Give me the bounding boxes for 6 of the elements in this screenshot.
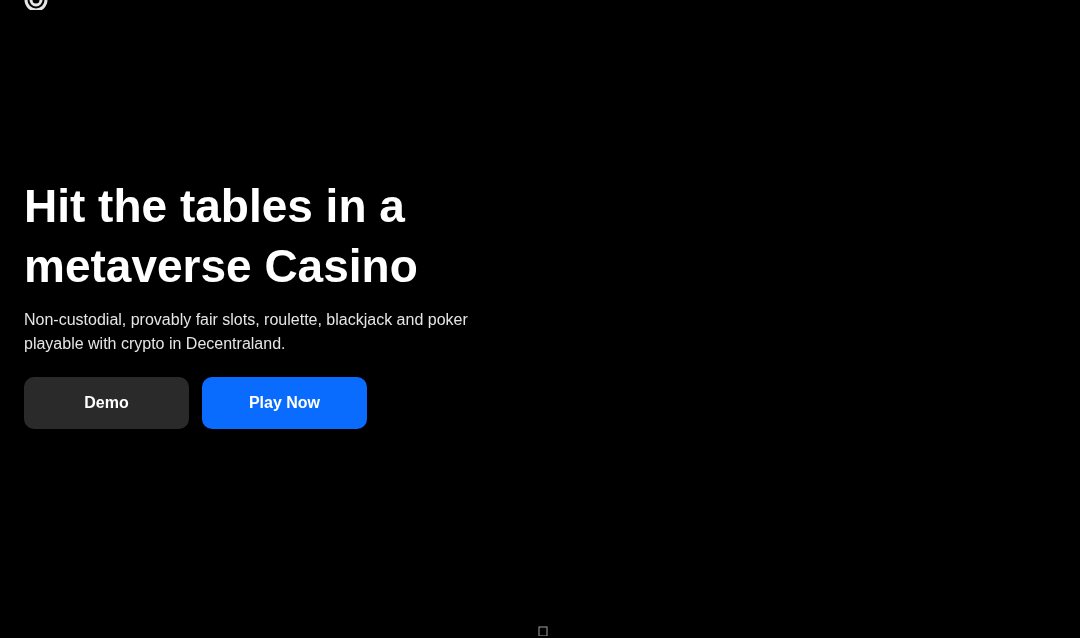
hero-description: Non-custodial, provably fair slots, roulette, blackjack and poker playable with crypto in Decentraland. <box>24 310 469 354</box>
play-now-button[interactable]: Play Now <box>202 377 367 429</box>
logo-icon[interactable] <box>24 0 48 10</box>
hero-title: Hit the tables in a metaverse Casino <box>24 179 419 294</box>
demo-button[interactable]: Demo <box>24 377 189 429</box>
scroll-indicator-icon <box>538 626 548 636</box>
